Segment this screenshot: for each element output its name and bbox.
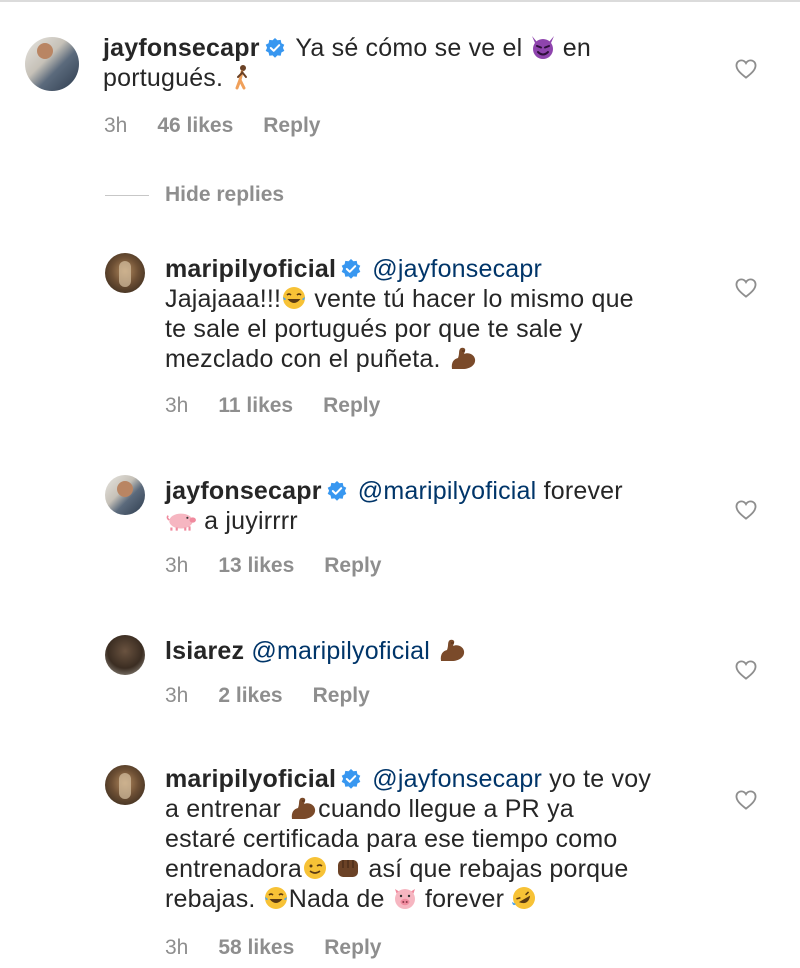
comment-body-line2a: a entrenar: [165, 795, 281, 823]
rofl-emoji: [511, 885, 537, 911]
reply-button[interactable]: Reply: [313, 684, 370, 707]
walking-emoji: [230, 64, 256, 90]
flexed-biceps-emoji: [288, 795, 318, 821]
comment-text: maripilyoficial @jayfonsecapr yo te voy …: [165, 764, 725, 914]
top-divider: [0, 0, 800, 2]
username[interactable]: maripilyoficial: [165, 255, 336, 283]
timestamp: 3h: [165, 554, 189, 577]
comment-meta: 3h 46 likes Reply: [104, 114, 350, 138]
pig-emoji: [165, 507, 197, 533]
mention-link[interactable]: @jayfonsecapr: [372, 255, 542, 283]
username[interactable]: lsiarez: [165, 637, 244, 665]
comment-text: lsiarez @maripilyoficial: [165, 636, 725, 666]
likes-count[interactable]: 58 likes: [218, 936, 294, 959]
comment-body-line1b: en: [562, 34, 591, 62]
avatar[interactable]: [105, 635, 145, 675]
comment-body-line5a: rebajas.: [165, 885, 256, 913]
reply-button[interactable]: Reply: [324, 554, 381, 577]
heart-outline-icon[interactable]: [735, 660, 757, 680]
timestamp: 3h: [104, 114, 128, 137]
likes-count[interactable]: 11 likes: [218, 394, 293, 417]
comment-meta: 3h 11 likes Reply: [165, 394, 410, 418]
avatar[interactable]: [105, 475, 145, 515]
laughing-tears-emoji: [263, 885, 289, 911]
comment-body-line2: a juyirrrr: [204, 507, 298, 535]
comment-body-line5c: forever: [424, 885, 505, 913]
heart-outline-icon[interactable]: [735, 59, 757, 79]
mention-link[interactable]: @maripilyoficial: [358, 477, 537, 505]
comment-meta: 3h 2 likes Reply: [165, 684, 400, 708]
flexed-biceps-emoji: [448, 345, 478, 371]
comment-meta: 3h 13 likes Reply: [165, 554, 411, 578]
comment-body-line2b: cuando llegue a PR ya: [318, 795, 574, 823]
comment-body-line4b: así que rebajas porque: [368, 855, 629, 883]
comment-meta: 3h 58 likes Reply: [165, 936, 411, 960]
heart-outline-icon[interactable]: [735, 278, 757, 298]
heart-outline-icon[interactable]: [735, 500, 757, 520]
hide-replies-line: [105, 195, 149, 196]
avatar[interactable]: [105, 765, 145, 805]
winking-emoji: [302, 855, 328, 881]
comment-body-line1: Jajajaaa!!!: [165, 285, 282, 313]
reply-button[interactable]: Reply: [323, 394, 380, 417]
reply-button[interactable]: Reply: [263, 114, 320, 137]
timestamp: 3h: [165, 936, 189, 959]
comment-body-line1b: vente tú hacer lo mismo que: [314, 285, 634, 313]
username[interactable]: jayfonsecapr: [103, 34, 260, 62]
comment-text: jayfonsecapr @maripilyoficial forever a …: [165, 476, 725, 536]
username[interactable]: jayfonsecapr: [165, 477, 322, 505]
fist-emoji: [335, 855, 361, 881]
comment-body-line3: estaré certificada para ese tiempo como: [165, 825, 618, 853]
devil-emoji: [530, 34, 556, 60]
heart-outline-icon[interactable]: [735, 790, 757, 810]
comment-text: jayfonsecapr Ya sé cómo se ve el en port…: [103, 33, 703, 93]
likes-count[interactable]: 13 likes: [218, 554, 294, 577]
comment-body-line1b: yo te voy: [549, 765, 652, 793]
mention-link[interactable]: @maripilyoficial: [251, 637, 430, 665]
verified-badge-icon: [341, 769, 361, 789]
verified-badge-icon: [265, 38, 285, 58]
comment-text: maripilyoficial @jayfonsecapr Jajajaaa!!…: [165, 254, 725, 374]
comment-body-line2: portugués.: [103, 64, 224, 92]
timestamp: 3h: [165, 394, 189, 417]
laughing-tears-emoji: [281, 285, 307, 311]
comment-body-line3: mezclado con el puñeta.: [165, 345, 441, 373]
timestamp: 3h: [165, 684, 189, 707]
avatar[interactable]: [25, 37, 79, 91]
comment-body-line2: te sale el portugués por que te sale y: [165, 315, 583, 343]
comment-body-line4a: entrenadora: [165, 855, 303, 883]
username[interactable]: maripilyoficial: [165, 765, 336, 793]
verified-badge-icon: [341, 259, 361, 279]
flexed-biceps-emoji: [437, 637, 467, 663]
reply-button[interactable]: Reply: [324, 936, 381, 959]
comment-body-line1: Ya sé cómo se ve el: [295, 34, 523, 62]
likes-count[interactable]: 46 likes: [157, 114, 233, 137]
comment-body-line5b: Nada de: [288, 885, 385, 913]
avatar[interactable]: [105, 253, 145, 293]
pig-face-emoji: [392, 885, 418, 911]
verified-badge-icon: [327, 481, 347, 501]
comment-body-line1b: forever: [543, 477, 623, 505]
hide-replies-label[interactable]: Hide replies: [165, 183, 284, 207]
mention-link[interactable]: @jayfonsecapr: [372, 765, 542, 793]
likes-count[interactable]: 2 likes: [218, 684, 282, 707]
